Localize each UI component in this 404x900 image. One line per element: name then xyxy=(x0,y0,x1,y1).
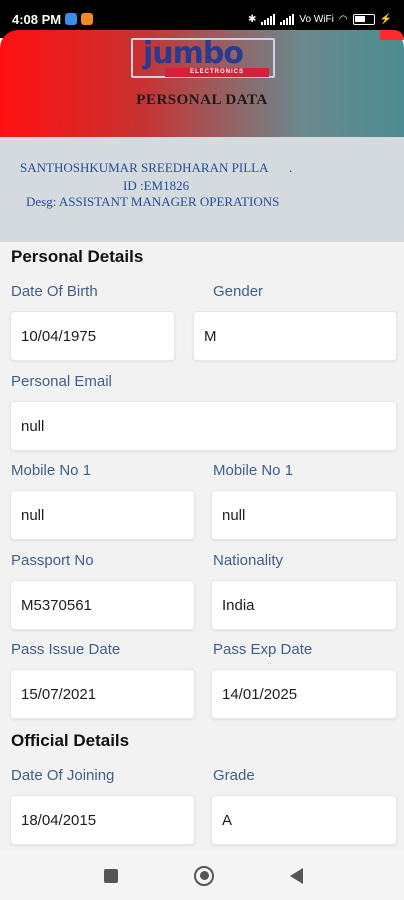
logo-subtext: ELECTRONICS xyxy=(165,68,269,77)
pass-exp-field[interactable]: 14/01/2025 xyxy=(211,669,397,719)
logo-word: jumbo xyxy=(143,36,244,71)
email-label: Personal Email xyxy=(11,373,112,390)
status-right: ✱ Vo WiFi ◠ ⚡ xyxy=(247,13,392,25)
employee-designation: Desg: ASSISTANT MANAGER OPERATIONS xyxy=(26,194,280,209)
app-notification-icon-2 xyxy=(81,13,94,25)
mobile1-label: Mobile No 1 xyxy=(11,462,92,479)
passport-label: Passport No xyxy=(11,552,94,569)
header: jumbo ELECTRONICS PERSONAL DATA xyxy=(0,30,404,137)
system-nav-bar xyxy=(0,851,404,900)
dob-field[interactable]: 10/04/1975 xyxy=(10,311,175,361)
section-personal-details: Personal Details xyxy=(11,247,144,266)
nationality-field[interactable]: India xyxy=(211,580,397,630)
employee-id: ID :EM1826 xyxy=(123,178,190,193)
employee-name-suffix: . xyxy=(289,160,293,175)
nationality-label: Nationality xyxy=(213,552,284,569)
home-icon[interactable] xyxy=(194,865,214,886)
pass-issue-field[interactable]: 15/07/2021 xyxy=(10,669,195,719)
employee-name: SANTHOSHKUMAR SREEDHARAN PILLA xyxy=(20,160,269,175)
gender-label: Gender xyxy=(213,283,264,300)
mobile1-field[interactable]: null xyxy=(10,490,195,540)
mobile2-field[interactable]: null xyxy=(211,490,397,540)
page-title: PERSONAL DATA xyxy=(136,92,268,108)
company-logo: jumbo ELECTRONICS xyxy=(131,36,275,82)
network-type: Vo WiFi xyxy=(299,13,334,25)
doj-label: Date Of Joining xyxy=(11,767,115,784)
gender-field[interactable]: M xyxy=(193,311,397,361)
recent-apps-icon[interactable] xyxy=(104,868,118,883)
email-field[interactable]: null xyxy=(10,401,397,451)
mobile2-label: Mobile No 1 xyxy=(213,462,294,479)
passport-field[interactable]: M5370561 xyxy=(10,580,195,630)
corner-flag xyxy=(380,30,404,40)
app-notification-icon xyxy=(65,13,78,25)
bluetooth-icon: ✱ xyxy=(247,13,257,25)
wifi-icon: ◠ xyxy=(338,13,348,25)
pass-issue-label: Pass Issue Date xyxy=(11,641,121,658)
dob-label: Date Of Birth xyxy=(11,283,98,300)
status-left: 4:08 PM xyxy=(12,11,94,27)
doj-field[interactable]: 18/04/2015 xyxy=(10,795,195,845)
signal-icon-2 xyxy=(280,13,295,25)
employee-info: SANTHOSHKUMAR SREEDHARAN PILLA . ID :EM1… xyxy=(0,137,404,242)
details-scroll[interactable]: Personal Details Date Of Birth Gender 10… xyxy=(0,242,404,851)
signal-icon xyxy=(261,13,276,25)
charging-icon: ⚡ xyxy=(379,13,392,25)
pass-exp-label: Pass Exp Date xyxy=(213,641,313,658)
battery-icon xyxy=(352,13,375,25)
grade-label: Grade xyxy=(213,767,255,784)
back-icon[interactable] xyxy=(290,867,303,884)
grade-field[interactable]: A xyxy=(211,795,397,845)
status-time: 4:08 PM xyxy=(12,11,62,27)
section-official-details: Official Details xyxy=(11,731,130,750)
